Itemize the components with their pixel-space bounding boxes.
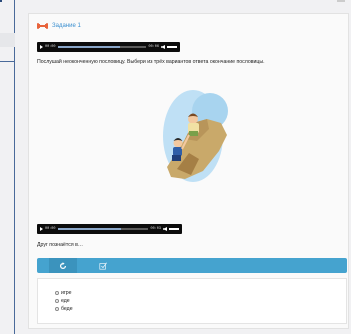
answer-option-3[interactable]: беде	[55, 306, 73, 312]
friends-climbing-illustration	[163, 90, 228, 182]
refresh-button[interactable]	[49, 258, 77, 273]
task-card: Задание 1 00:00 00:06 Послушай неокончен…	[28, 13, 349, 329]
answer-label: беде	[61, 306, 73, 312]
answer-label: еде	[61, 298, 70, 304]
side-tab	[0, 33, 15, 47]
frame-divider-horizontal	[0, 61, 15, 62]
task-title: Задание 1	[52, 23, 81, 29]
answer-option-1[interactable]: игре	[55, 290, 72, 296]
task-instruction: Послушай неоконченную пословицу. Выбери …	[37, 59, 265, 65]
volume-icon[interactable]	[161, 45, 165, 49]
check-button[interactable]	[93, 258, 113, 273]
answer-toolbar	[37, 258, 347, 273]
play-icon[interactable]	[40, 227, 43, 231]
dumbbell-icon	[37, 23, 48, 29]
refresh-icon	[59, 261, 67, 269]
seek-bar[interactable]	[57, 46, 147, 48]
question-text: Друг познаётся в…	[37, 242, 84, 248]
radio-button[interactable]	[55, 299, 59, 303]
current-time: 00:00	[45, 227, 56, 231]
audio-player-question[interactable]: 00:00 00:03	[37, 224, 182, 234]
seek-bar[interactable]	[57, 228, 149, 230]
volume-slider[interactable]	[169, 228, 179, 230]
window-corner	[0, 0, 2, 2]
volume-icon[interactable]	[163, 227, 167, 231]
current-time: 00:00	[45, 45, 56, 49]
frame-divider-vertical	[14, 0, 15, 334]
answer-option-2[interactable]: еде	[55, 298, 70, 304]
radio-button[interactable]	[55, 291, 59, 295]
play-icon[interactable]	[40, 45, 43, 49]
duration: 00:06	[148, 45, 159, 49]
audio-player-instruction[interactable]: 00:00 00:06	[37, 42, 180, 52]
check-icon	[99, 262, 107, 270]
volume-slider[interactable]	[167, 46, 177, 48]
duration: 00:03	[150, 227, 161, 231]
answer-options: игре еде беде	[37, 278, 347, 324]
scroll-handle[interactable]	[337, 0, 345, 2]
answer-label: игре	[61, 290, 72, 296]
radio-button[interactable]	[55, 307, 59, 311]
task-header: Задание 1	[37, 23, 81, 29]
